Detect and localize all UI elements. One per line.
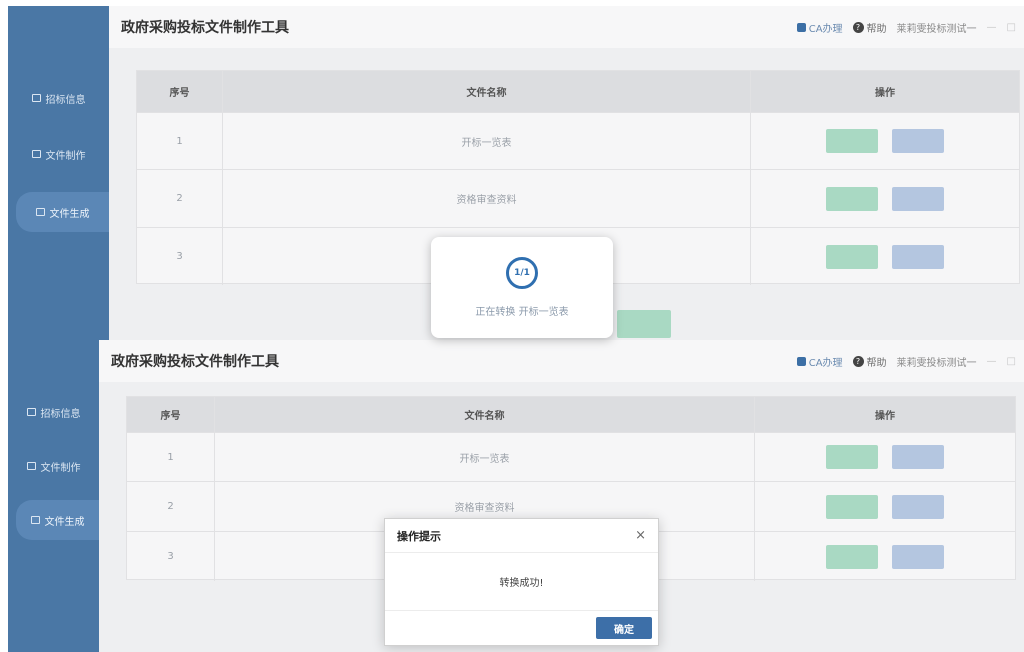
header: 政府采购投标文件制作工具 CA办理 ? 帮助 莱莉雯投标测试一 — □ bbox=[99, 340, 1024, 382]
row-actions bbox=[751, 228, 1019, 285]
generate-button[interactable] bbox=[617, 310, 671, 338]
header: 政府采购投标文件制作工具 CA办理 ? 帮助 莱莉雯投标测试一 — □ bbox=[109, 6, 1024, 48]
sidebar: 招标信息 文件制作 文件生成 bbox=[8, 6, 109, 346]
action-button-blue[interactable] bbox=[892, 544, 944, 569]
help-label: 帮助 bbox=[866, 23, 887, 35]
action-button-blue[interactable] bbox=[892, 445, 944, 469]
action-button-blue[interactable] bbox=[892, 494, 944, 519]
sidebar-item-file-make[interactable]: 文件制作 bbox=[8, 446, 99, 486]
row-actions bbox=[755, 433, 1015, 481]
table-header-row: 序号 文件名称 操作 bbox=[137, 71, 1019, 113]
row-index: 1 bbox=[137, 113, 223, 169]
row-index: 2 bbox=[127, 482, 215, 531]
folder-icon bbox=[26, 462, 36, 470]
confirm-button[interactable]: 确定 bbox=[596, 617, 652, 639]
action-button-green[interactable] bbox=[826, 494, 878, 519]
minimize-button[interactable]: — bbox=[987, 22, 997, 33]
action-button-blue[interactable] bbox=[892, 186, 944, 211]
sidebar-item-label: 招标信息 bbox=[40, 408, 81, 420]
row-actions bbox=[755, 482, 1015, 531]
ca-button[interactable]: CA办理 bbox=[796, 20, 843, 35]
sidebar-item-label: 文件制作 bbox=[45, 150, 86, 162]
dialog-header: 操作提示 × bbox=[385, 519, 658, 553]
sidebar: 招标信息 文件制作 文件生成 bbox=[8, 340, 99, 652]
sidebar-item-file-generate[interactable]: 文件生成 bbox=[16, 192, 109, 232]
row-index: 1 bbox=[127, 433, 215, 481]
action-button-green[interactable] bbox=[826, 445, 878, 469]
column-header-index: 序号 bbox=[137, 71, 223, 112]
column-header-actions: 操作 bbox=[875, 88, 895, 99]
app-title: 政府采购投标文件制作工具 bbox=[111, 353, 279, 369]
progress-ring: 1/1 bbox=[506, 257, 538, 289]
column-header-name: 文件名称 bbox=[215, 397, 755, 432]
table-row: 1 开标一览表 bbox=[137, 113, 1019, 170]
table-header-row: 序号 文件名称 操作 bbox=[127, 397, 1015, 433]
maximize-button[interactable]: □ bbox=[1007, 356, 1016, 367]
row-actions bbox=[755, 532, 1015, 581]
ca-label: CA办理 bbox=[808, 23, 843, 35]
table-row: 2 资格审查资料 bbox=[137, 170, 1019, 228]
user-name[interactable]: 莱莉雯投标测试一 bbox=[897, 354, 977, 369]
progress-count: 1/1 bbox=[514, 268, 530, 278]
action-button-green[interactable] bbox=[826, 244, 878, 269]
action-button-green[interactable] bbox=[826, 544, 878, 569]
sidebar-item-label: 文件制作 bbox=[40, 462, 81, 474]
sidebar-item-label: 文件生成 bbox=[49, 208, 90, 220]
file-icon bbox=[35, 208, 45, 216]
operation-tip-dialog: 操作提示 × 转换成功! 确定 bbox=[384, 518, 659, 646]
sidebar-item-bid-info[interactable]: 招标信息 bbox=[8, 392, 99, 432]
sidebar-item-bid-info[interactable]: 招标信息 bbox=[8, 78, 109, 118]
help-icon: ? bbox=[852, 355, 864, 367]
sidebar-item-label: 招标信息 bbox=[45, 94, 86, 106]
row-index: 2 bbox=[137, 170, 223, 227]
column-header-name: 文件名称 bbox=[223, 71, 751, 112]
app-title: 政府采购投标文件制作工具 bbox=[121, 19, 289, 35]
help-icon: ? bbox=[852, 21, 864, 33]
row-index: 3 bbox=[137, 228, 223, 285]
dialog-message: 转换成功! bbox=[385, 553, 658, 611]
dialog-title: 操作提示 bbox=[397, 529, 441, 543]
column-header-actions: 操作 bbox=[875, 411, 895, 422]
row-actions bbox=[751, 113, 1019, 169]
sidebar-item-label: 文件生成 bbox=[44, 516, 85, 528]
ca-icon bbox=[796, 356, 806, 366]
sidebar-item-file-generate[interactable]: 文件生成 bbox=[16, 500, 99, 540]
info-icon bbox=[31, 94, 41, 102]
help-button[interactable]: ? 帮助 bbox=[852, 20, 887, 35]
help-button[interactable]: ? 帮助 bbox=[852, 354, 887, 369]
sidebar-item-file-make[interactable]: 文件制作 bbox=[8, 134, 109, 174]
help-label: 帮助 bbox=[866, 357, 887, 369]
minimize-button[interactable]: — bbox=[987, 356, 997, 367]
file-icon bbox=[30, 516, 40, 524]
column-header-index: 序号 bbox=[127, 397, 215, 432]
folder-icon bbox=[31, 150, 41, 158]
info-icon bbox=[26, 408, 36, 416]
row-name: 资格审查资料 bbox=[223, 170, 751, 227]
row-name: 开标一览表 bbox=[215, 433, 755, 481]
close-icon[interactable]: × bbox=[635, 528, 646, 543]
action-button-green[interactable] bbox=[826, 129, 878, 153]
row-index: 3 bbox=[127, 532, 215, 581]
row-actions bbox=[751, 170, 1019, 227]
action-button-green[interactable] bbox=[826, 186, 878, 211]
action-button-blue[interactable] bbox=[892, 129, 944, 153]
user-name[interactable]: 莱莉雯投标测试一 bbox=[897, 20, 977, 35]
table-row: 1 开标一览表 bbox=[127, 433, 1015, 482]
ca-label: CA办理 bbox=[808, 357, 843, 369]
row-name: 开标一览表 bbox=[223, 113, 751, 169]
maximize-button[interactable]: □ bbox=[1007, 22, 1016, 33]
dialog-footer: 确定 bbox=[385, 611, 658, 645]
ca-icon bbox=[796, 22, 806, 32]
conversion-progress-modal: 1/1 正在转换 开标一览表 bbox=[431, 237, 613, 338]
progress-text: 正在转换 开标一览表 bbox=[475, 307, 569, 318]
ca-button[interactable]: CA办理 bbox=[796, 354, 843, 369]
action-button-blue[interactable] bbox=[892, 244, 944, 269]
